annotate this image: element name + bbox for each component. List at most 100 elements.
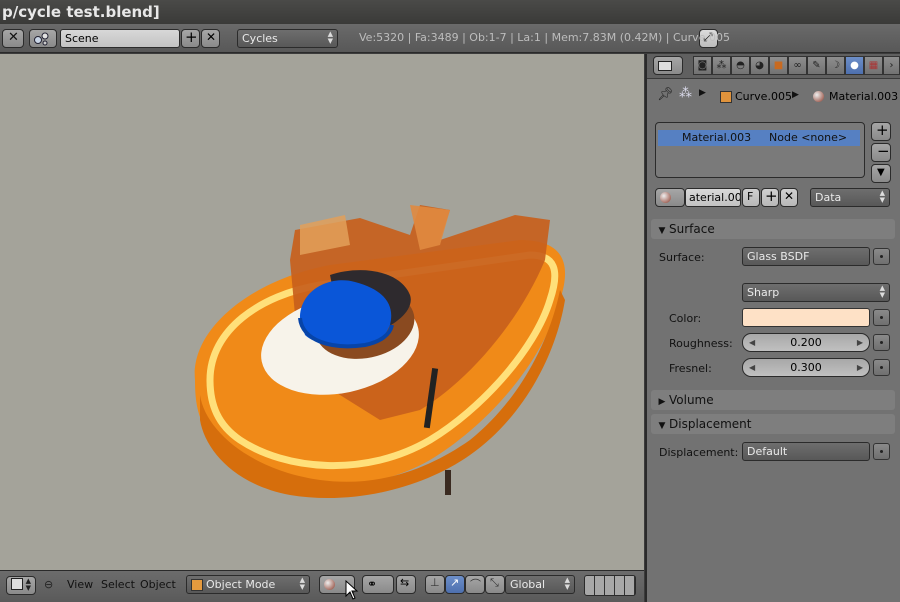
plus-icon: + [765,187,778,205]
fresnel-field[interactable]: ◀ 0.300 ▶ [742,358,870,377]
3d-viewport[interactable] [0,54,644,570]
new-material-button[interactable]: + [761,187,779,207]
scene-name-field[interactable]: Scene [60,29,180,48]
chevron-right-icon: ▶ [658,397,666,407]
tab-modifiers[interactable]: ✎ [807,56,826,75]
tab-render-layers[interactable]: ⁂ [712,56,731,75]
decrement-arrow-icon[interactable]: ◀ [749,334,755,351]
view-menu[interactable]: View [67,578,93,591]
close-screen-button[interactable]: ✕ [2,29,24,48]
shading-sphere-icon [324,579,335,590]
collapse-menus-icon[interactable]: ⊖ [44,578,53,591]
surface-link-button[interactable] [873,248,890,265]
surface-label: Surface: [659,251,705,264]
scene-icon: ◓ [736,60,745,71]
chevron-down-icon: ▼ [658,226,666,236]
rotate-manipulator-button[interactable]: ↗ [445,575,465,594]
tab-material[interactable]: ● [845,56,864,75]
close-icon: ✕ [784,189,795,203]
mode-label: Object Mode [206,578,276,591]
translate-manipulator-button[interactable]: ⊥ [425,575,445,594]
material-slot-list[interactable]: Material.003 Node <none> [655,122,865,178]
add-slot-button[interactable]: + [871,121,891,141]
material-slot-name: Material.003 [682,131,752,144]
displacement-select[interactable]: Default [742,442,870,461]
slot-menu-button[interactable]: ▼ [871,164,891,183]
window-title: p/cycle test.blend] [0,0,900,24]
scale-manipulator-button[interactable]: ⌒ [465,575,485,594]
plus-icon: + [876,121,889,139]
displacement-panel-header[interactable]: ▼ Displacement [651,414,895,434]
manipulator-toggle-button[interactable]: ⇆ [396,575,416,594]
surface-panel-header[interactable]: ▼ Surface [651,219,895,239]
remove-slot-button[interactable]: − [871,142,891,162]
tab-texture[interactable]: ▦ [864,56,883,75]
surface-shader-select[interactable]: Glass BSDF [742,247,870,266]
constraint-icon: ∞ [793,60,802,71]
properties-tabs: ◙ ⁂ ◓ ◕ ■ ∞ ✎ ☽ ● ▦ › [647,54,900,79]
close-icon: ✕ [206,30,217,44]
layers-icon: ⁂ [716,60,727,71]
displacement-link-button[interactable] [873,443,890,460]
object-mode-icon [191,579,203,591]
roughness-value: 0.200 [790,336,822,349]
pin-icon[interactable]: 📌︎ [657,87,674,102]
pivot-icon: ⚭ [367,577,378,591]
roughness-field[interactable]: ◀ 0.200 ▶ [742,333,870,352]
transform-manipulator-button[interactable]: ⤡ [485,575,505,594]
editor-type-button[interactable] [653,56,683,75]
fake-user-button[interactable]: F [742,188,760,207]
scene-browse-button[interactable] [29,29,57,48]
editor-type-button[interactable]: ▲ ▼ [6,576,36,595]
breadcrumb: 📌︎ ⁂ ▶ Curve.005 ▶ Material.003 [647,84,900,108]
tab-world[interactable]: ◕ [750,56,769,75]
minus-icon: − [877,142,890,160]
chevron-right-icon: ▶ [792,90,799,100]
color-swatch[interactable] [742,308,870,327]
properties-editor: ◙ ⁂ ◓ ◕ ■ ∞ ✎ ☽ ● ▦ › 📌︎ ⁂ ▶ Curve.005 ▶… [645,54,900,602]
tab-data[interactable]: ☽ [826,56,845,75]
orientation-select[interactable]: Global ▲ ▼ [505,575,575,594]
material-slot-node: Node <none> [769,131,848,144]
fresnel-link-button[interactable] [873,359,890,376]
arc-icon: ⌒ [470,578,481,591]
object-menu[interactable]: Object [140,578,176,591]
pivot-point-button[interactable]: ⚭ [362,575,394,594]
material-name-field[interactable]: aterial.003 [685,188,741,207]
increment-arrow-icon[interactable]: ▶ [857,359,863,376]
layer-buttons[interactable] [584,575,636,596]
add-scene-button[interactable]: + [181,28,200,48]
close-icon: ✕ [8,30,19,45]
curve-object-icon [720,91,732,103]
axis-icon: ⊥ [430,576,440,589]
increment-arrow-icon[interactable]: ▶ [857,334,863,351]
world-icon: ◕ [755,60,764,71]
fake-user-label: F [747,190,754,203]
color-label: Color: [669,312,702,325]
roughness-link-button[interactable] [873,334,890,351]
updown-icon: ▲ ▼ [327,30,333,45]
distribution-select[interactable]: Sharp ▲ ▼ [742,283,890,302]
chevron-down-icon: ▼ [877,167,885,178]
material-icon: ● [850,60,859,71]
render-engine-select[interactable]: Cycles ▲ ▼ [237,29,338,48]
mode-select[interactable]: Object Mode ▲ ▼ [186,575,310,594]
delete-scene-button[interactable]: ✕ [201,29,220,48]
tab-render[interactable]: ◙ [693,56,712,75]
material-slot-row[interactable]: Material.003 Node <none> [658,130,860,146]
volume-panel-header[interactable]: ▶ Volume [651,390,895,410]
unlink-material-button[interactable]: ✕ [780,188,798,207]
tab-object[interactable]: ■ [769,56,788,75]
scale-icon: ⤡ [490,576,499,589]
tab-constraints[interactable]: ∞ [788,56,807,75]
decrement-arrow-icon[interactable]: ◀ [749,359,755,376]
surface-panel-title: Surface [669,222,715,236]
material-browse-button[interactable] [655,188,685,207]
tab-scene[interactable]: ◓ [731,56,750,75]
link-select[interactable]: Data ▲ ▼ [810,188,890,207]
color-link-button[interactable] [873,309,890,326]
select-menu[interactable]: Select [101,578,135,591]
tab-more[interactable]: › [883,56,900,75]
scene-statistics: Ve:5320 | Fa:3489 | Ob:1-7 | La:1 | Mem:… [359,31,730,44]
updown-icon: ▲ ▼ [564,576,570,591]
